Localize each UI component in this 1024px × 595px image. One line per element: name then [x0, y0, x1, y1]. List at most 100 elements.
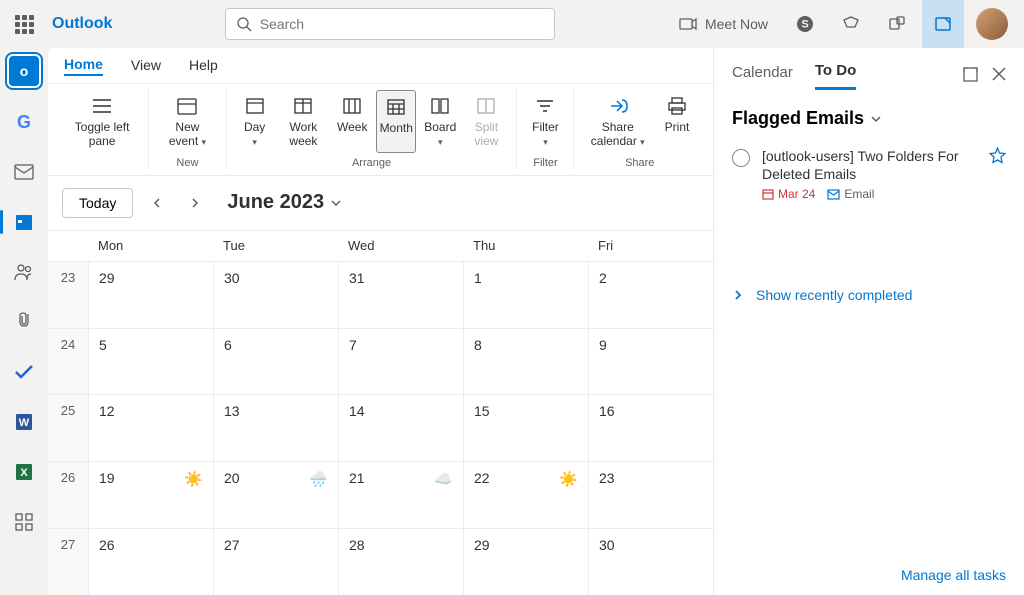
chevron-right-icon — [732, 289, 744, 301]
brand-label: Outlook — [52, 15, 112, 33]
day-cell[interactable]: 14 — [338, 395, 463, 461]
tab-view[interactable]: View — [131, 57, 161, 75]
tab-home[interactable]: Home — [64, 56, 103, 76]
day-cell[interactable]: 16 — [588, 395, 713, 461]
files-rail-icon[interactable] — [8, 306, 40, 338]
next-month-button[interactable] — [181, 189, 209, 217]
weather-icon: ☀️ — [184, 470, 203, 488]
day-cell[interactable]: 30 — [213, 262, 338, 328]
svg-text:X: X — [20, 467, 28, 479]
weekday-header: Wed — [338, 231, 463, 261]
week-view-button[interactable]: Week — [332, 90, 372, 153]
teams-icon[interactable] — [876, 0, 918, 48]
prev-month-button[interactable] — [143, 189, 171, 217]
day-cell[interactable]: 30 — [588, 529, 713, 595]
week-number: 25 — [48, 395, 88, 461]
board-view-button[interactable]: Board▾ — [420, 90, 460, 153]
manage-tasks-link[interactable]: Manage all tasks — [714, 555, 1024, 595]
chevron-down-icon: ▾ — [543, 137, 548, 147]
print-icon — [663, 94, 691, 118]
day-cell[interactable]: 8 — [463, 329, 588, 395]
today-button[interactable]: Today — [62, 188, 133, 218]
month-icon — [382, 95, 410, 119]
share-calendar-button[interactable]: Share calendar ▾ — [582, 90, 653, 153]
day-cell[interactable]: 22☀️ — [463, 462, 588, 528]
month-title[interactable]: June 2023 — [227, 191, 342, 214]
day-cell[interactable]: 20🌧️ — [213, 462, 338, 528]
chevron-down-icon: ▾ — [252, 137, 257, 147]
day-cell[interactable]: 6 — [213, 329, 338, 395]
weekday-header: Thu — [463, 231, 588, 261]
filter-icon — [531, 94, 559, 118]
premium-icon[interactable] — [830, 0, 872, 48]
day-cell[interactable]: 12 — [88, 395, 213, 461]
weather-icon: 🌧️ — [309, 470, 328, 488]
show-completed-button[interactable]: Show recently completed — [714, 269, 1024, 321]
svg-text:W: W — [19, 417, 30, 429]
task-complete-circle[interactable] — [732, 149, 750, 167]
star-icon[interactable] — [989, 147, 1006, 169]
day-cell[interactable]: 7 — [338, 329, 463, 395]
outlook-logo-icon[interactable]: o — [7, 54, 41, 88]
todo-rail-icon[interactable] — [8, 356, 40, 388]
day-cell[interactable]: 29 — [463, 529, 588, 595]
meet-now-label: Meet Now — [705, 16, 768, 32]
day-cell[interactable]: 13 — [213, 395, 338, 461]
day-cell[interactable]: 28 — [338, 529, 463, 595]
meet-now-button[interactable]: Meet Now — [667, 16, 780, 32]
day-cell[interactable]: 27 — [213, 529, 338, 595]
weather-icon: ☀️ — [559, 470, 578, 488]
todo-tab-calendar[interactable]: Calendar — [732, 64, 793, 89]
word-rail-icon[interactable]: W — [8, 406, 40, 438]
search-box[interactable] — [225, 8, 555, 40]
my-day-icon[interactable] — [922, 0, 964, 48]
todo-tab-todo[interactable]: To Do — [815, 62, 856, 90]
filter-button[interactable]: Filter▾ — [525, 90, 565, 153]
week-icon — [338, 94, 366, 118]
chevron-down-icon: ▾ — [202, 137, 207, 147]
day-cell[interactable]: 15 — [463, 395, 588, 461]
avatar[interactable] — [976, 8, 1008, 40]
day-view-button[interactable]: Day▾ — [235, 90, 275, 153]
skype-icon[interactable]: S — [784, 0, 826, 48]
week-number: 23 — [48, 262, 88, 328]
work-week-icon — [289, 94, 317, 118]
more-apps-rail-icon[interactable] — [8, 506, 40, 538]
google-icon[interactable]: G — [8, 106, 40, 138]
search-input[interactable] — [260, 16, 544, 32]
day-cell[interactable]: 23 — [588, 462, 713, 528]
expand-icon[interactable] — [963, 67, 978, 86]
weather-icon: ☁️ — [434, 470, 453, 488]
print-button[interactable]: Print — [657, 90, 697, 153]
day-cell[interactable]: 26 — [88, 529, 213, 595]
work-week-button[interactable]: Work week — [279, 90, 329, 153]
month-view-button[interactable]: Month — [376, 90, 416, 153]
tab-help[interactable]: Help — [189, 57, 218, 75]
app-launcher-icon[interactable] — [8, 8, 40, 40]
todo-section-title[interactable]: Flagged Emails — [714, 90, 1024, 139]
day-cell[interactable]: 9 — [588, 329, 713, 395]
day-cell[interactable]: 21☁️ — [338, 462, 463, 528]
day-cell[interactable]: 1 — [463, 262, 588, 328]
new-event-button[interactable]: New event ▾ — [157, 90, 217, 153]
mail-rail-icon[interactable] — [8, 156, 40, 188]
calendar-rail-icon[interactable] — [8, 206, 40, 238]
week-number: 26 — [48, 462, 88, 528]
chevron-down-icon — [870, 113, 882, 125]
weekday-header: Tue — [213, 231, 338, 261]
day-cell[interactable]: 31 — [338, 262, 463, 328]
close-icon[interactable] — [992, 67, 1006, 86]
day-cell[interactable]: 29 — [88, 262, 213, 328]
share-icon — [604, 94, 632, 118]
toggle-pane-button[interactable]: Toggle left pane — [64, 90, 140, 153]
people-rail-icon[interactable] — [8, 256, 40, 288]
day-cell[interactable]: 2 — [588, 262, 713, 328]
calendar-icon — [173, 94, 201, 118]
day-cell[interactable]: 5 — [88, 329, 213, 395]
excel-rail-icon[interactable]: X — [8, 456, 40, 488]
split-icon — [472, 94, 500, 118]
day-cell[interactable]: 19☀️ — [88, 462, 213, 528]
chevron-down-icon — [330, 197, 342, 209]
task-title: [outlook-users] Two Folders For Deleted … — [762, 147, 977, 183]
task-item[interactable]: [outlook-users] Two Folders For Deleted … — [714, 139, 1024, 209]
